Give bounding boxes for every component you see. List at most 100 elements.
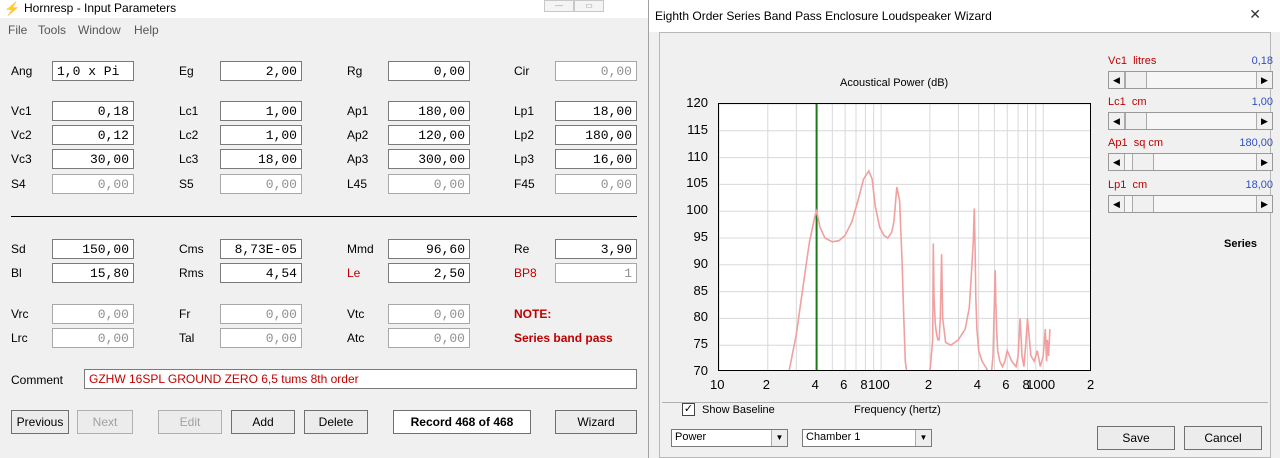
arrow-left-icon[interactable]: ◀	[1109, 196, 1125, 212]
show-baseline-checkbox[interactable]: ✓	[682, 403, 695, 416]
field-re[interactable]: 3,90	[555, 239, 637, 259]
next-button[interactable]: Next	[77, 410, 133, 434]
arrow-left-icon[interactable]: ◀	[1109, 113, 1125, 129]
label-vc1: Vc1	[11, 104, 32, 118]
add-button[interactable]: Add	[231, 410, 295, 434]
field-cir[interactable]: 0,00	[555, 61, 637, 81]
field-atc[interactable]: 0,00	[388, 328, 470, 348]
slider-lp1[interactable]: ◀ ▶	[1108, 195, 1273, 213]
field-lp2[interactable]: 180,00	[555, 125, 637, 145]
menu-file[interactable]: File	[8, 23, 27, 37]
field-s4[interactable]: 0,00	[52, 174, 134, 194]
edit-button[interactable]: Edit	[158, 410, 222, 434]
field-vc1[interactable]: 0,18	[52, 101, 134, 121]
menu-help[interactable]: Help	[134, 23, 159, 37]
field-bl[interactable]: 15,80	[52, 263, 134, 283]
slider-lc1[interactable]: ◀ ▶	[1108, 112, 1273, 130]
delete-button[interactable]: Delete	[304, 410, 368, 434]
slider-ap1[interactable]: ◀ ▶	[1108, 153, 1273, 171]
label-lc1: Lc1	[179, 104, 199, 118]
arrow-right-icon[interactable]: ▶	[1256, 196, 1272, 212]
field-bp8[interactable]: 1	[555, 263, 637, 283]
label-ap3: Ap3	[347, 152, 369, 166]
left-title-bar: ⚡ Hornresp - Input Parameters — ▭	[0, 0, 648, 18]
save-button[interactable]: Save	[1097, 426, 1175, 450]
label-eg: Eg	[179, 64, 194, 78]
field-ap2[interactable]: 120,00	[388, 125, 470, 145]
x-tick-label: 8	[860, 377, 868, 392]
minimize-icon[interactable]: —	[544, 0, 574, 12]
field-le[interactable]: 2,50	[388, 263, 470, 283]
x-tick-label: 6	[840, 377, 848, 392]
maximize-icon[interactable]: ▭	[574, 0, 604, 12]
comment-field[interactable]: GZHW 16SPL GROUND ZERO 6,5 tums 8th orde…	[84, 369, 637, 389]
field-rg[interactable]: 0,00	[388, 61, 470, 81]
label-cms: Cms	[179, 242, 204, 256]
label-cir: Cir	[514, 64, 530, 78]
slider-thumb[interactable]	[1125, 113, 1147, 129]
field-fr[interactable]: 0,00	[220, 304, 302, 324]
field-cms[interactable]: 8,73E-05	[220, 239, 302, 259]
field-ap1[interactable]: 180,00	[388, 101, 470, 121]
label-mmd: Mmd	[347, 242, 374, 256]
previous-button[interactable]: Previous	[11, 410, 69, 434]
field-ang[interactable]: 1,0 x Pi	[52, 61, 134, 81]
field-eg[interactable]: 2,00	[220, 61, 302, 81]
arrow-left-icon[interactable]: ◀	[1109, 154, 1125, 170]
slider-thumb[interactable]	[1132, 154, 1154, 170]
arrow-left-icon[interactable]: ◀	[1109, 72, 1125, 88]
label-comment: Comment	[11, 373, 64, 387]
wizard-button[interactable]: Wizard	[555, 410, 637, 434]
field-vc3[interactable]: 30,00	[52, 149, 134, 169]
left-window-title: Hornresp - Input Parameters	[24, 1, 177, 15]
arrow-right-icon[interactable]: ▶	[1256, 154, 1272, 170]
field-lrc[interactable]: 0,00	[52, 328, 134, 348]
label-lp3: Lp3	[514, 152, 535, 166]
x-tick-label: 100	[868, 377, 890, 392]
arrow-right-icon[interactable]: ▶	[1256, 113, 1272, 129]
field-lp1[interactable]: 18,00	[555, 101, 637, 121]
power-select[interactable]: Power ▼	[671, 429, 788, 447]
field-sd[interactable]: 150,00	[52, 239, 134, 259]
frequency-response-chart	[719, 104, 1090, 370]
chamber-select-value: Chamber 1	[806, 431, 861, 443]
field-ap3[interactable]: 300,00	[388, 149, 470, 169]
slider-vc1[interactable]: ◀ ▶	[1108, 71, 1273, 89]
field-l45[interactable]: 0,00	[388, 174, 470, 194]
field-mmd[interactable]: 96,60	[388, 239, 470, 259]
field-lc1[interactable]: 1,00	[220, 101, 302, 121]
field-vrc[interactable]: 0,00	[52, 304, 134, 324]
label-le: Le	[347, 266, 361, 280]
field-f45[interactable]: 0,00	[555, 174, 637, 194]
menu-tools[interactable]: Tools	[38, 23, 66, 37]
label-tal: Tal	[179, 331, 195, 345]
field-tal[interactable]: 0,00	[220, 328, 302, 348]
field-rms[interactable]: 4,54	[220, 263, 302, 283]
slider-thumb[interactable]	[1125, 72, 1147, 88]
field-vc2[interactable]: 0,12	[52, 125, 134, 145]
label-s4: S4	[11, 177, 26, 191]
x-tick-label: 2	[762, 377, 771, 392]
separator-line	[11, 216, 637, 217]
menu-window[interactable]: Window	[78, 23, 121, 37]
field-lc2[interactable]: 1,00	[220, 125, 302, 145]
wizard-title-bar: Eighth Order Series Band Pass Enclosure …	[649, 0, 1280, 32]
arrow-right-icon[interactable]: ▶	[1256, 72, 1272, 88]
field-s5[interactable]: 0,00	[220, 174, 302, 194]
slider-thumb[interactable]	[1132, 196, 1154, 212]
chevron-down-icon[interactable]: ▼	[771, 430, 787, 446]
cancel-button[interactable]: Cancel	[1184, 426, 1262, 450]
slider-value-lc1: 1,00	[1251, 96, 1273, 108]
close-icon[interactable]: ✕	[1249, 6, 1261, 23]
chamber-select[interactable]: Chamber 1 ▼	[802, 429, 932, 447]
x-tick-label: 6	[1002, 377, 1010, 392]
chevron-down-icon[interactable]: ▼	[915, 430, 931, 446]
y-tick-label: 70	[693, 363, 708, 378]
field-lp3[interactable]: 16,00	[555, 149, 637, 169]
field-lc3[interactable]: 18,00	[220, 149, 302, 169]
label-ap2: Ap2	[347, 128, 369, 142]
wizard-window-title: Eighth Order Series Band Pass Enclosure …	[655, 9, 992, 23]
x-tick-label: 1000	[1026, 377, 1056, 392]
field-vtc[interactable]: 0,00	[388, 304, 470, 324]
label-lc3: Lc3	[179, 152, 199, 166]
